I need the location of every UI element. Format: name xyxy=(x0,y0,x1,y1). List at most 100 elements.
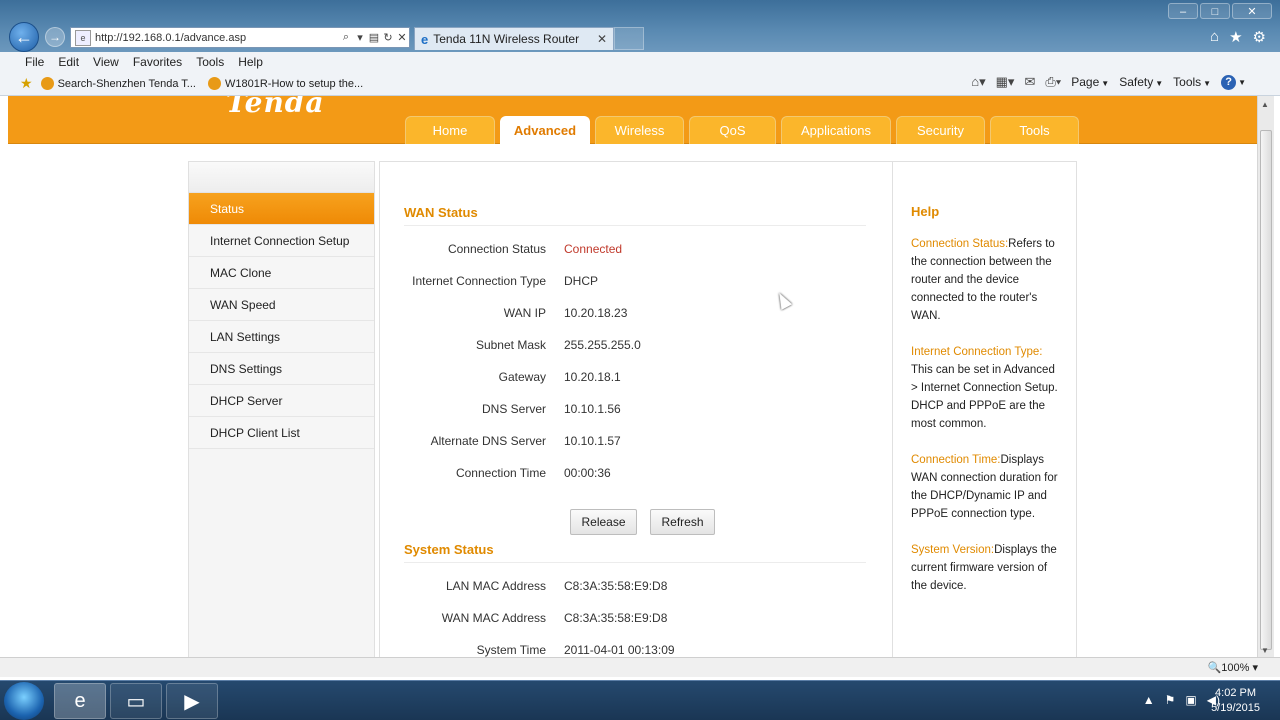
sidebar-item-dhcp-server[interactable]: DHCP Server xyxy=(189,385,374,417)
taskbar-media-button[interactable]: ▶ xyxy=(166,683,218,719)
sidebar-item-wan-speed[interactable]: WAN Speed xyxy=(189,289,374,321)
dropdown-icon[interactable]: ▾ xyxy=(353,31,367,44)
clock-time: 4:02 PM xyxy=(1215,687,1257,699)
main-nav: Home Advanced Wireless QoS Applications … xyxy=(405,116,1079,144)
divider xyxy=(404,225,866,226)
minimize-button[interactable]: – xyxy=(1168,3,1198,19)
home-icon[interactable]: ⌂ xyxy=(1210,28,1219,46)
help-entry: Connection Status:Refers to the connecti… xyxy=(911,235,1058,325)
help-menu[interactable]: ? ▼ xyxy=(1221,74,1246,90)
row-label: Gateway xyxy=(498,370,546,384)
favorite-label: W1801R-How to setup the... xyxy=(224,77,364,90)
wan-row: Alternate DNS Server 10.10.1.57 xyxy=(404,431,864,451)
chevron-down-icon: ▼ xyxy=(1203,79,1212,88)
favorite-link[interactable]: Search-Shenzhen Tenda T... xyxy=(40,77,196,90)
stop-icon[interactable]: ✕ xyxy=(395,31,409,44)
row-value: C8:3A:35:58:E9:D8 xyxy=(564,611,668,625)
site-icon xyxy=(40,77,54,90)
tab-home[interactable]: Home xyxy=(405,116,495,144)
help-entry: System Version:Displays the current firm… xyxy=(911,541,1058,595)
refresh-icon[interactable]: ↻ xyxy=(381,31,395,44)
row-label: Connection Time xyxy=(455,466,546,480)
forward-button[interactable]: → xyxy=(45,27,65,47)
menu-edit[interactable]: Edit xyxy=(51,55,86,69)
tab-qos[interactable]: QoS xyxy=(689,116,776,144)
taskbar-explorer-button[interactable]: ▭ xyxy=(110,683,162,719)
safety-menu[interactable]: Safety ▼ xyxy=(1119,75,1163,89)
back-arrow-icon: ← xyxy=(15,26,33,47)
start-button[interactable] xyxy=(4,682,44,720)
sidebar-item-dhcp-client-list[interactable]: DHCP Client List xyxy=(189,417,374,449)
refresh-button[interactable]: Refresh xyxy=(650,509,715,535)
mail-icon[interactable]: ✉ xyxy=(1024,74,1035,90)
tab-advanced[interactable]: Advanced xyxy=(500,116,590,144)
network-icon[interactable]: ▣ xyxy=(1185,693,1196,707)
sidebar-item-internet-connection-setup[interactable]: Internet Connection Setup xyxy=(189,225,374,257)
row-value: 10.20.18.1 xyxy=(564,370,621,384)
tenda-logo: Tenda xyxy=(226,96,325,119)
zoom-control[interactable]: 🔍100% ▾ xyxy=(1208,661,1258,674)
gear-icon[interactable]: ⚙ xyxy=(1253,28,1266,46)
menu-view[interactable]: View xyxy=(86,55,126,69)
help-text: Refers to the connection between the rou… xyxy=(911,238,1055,322)
back-button[interactable]: ← xyxy=(9,22,39,52)
sidebar: Status Internet Connection Setup MAC Clo… xyxy=(188,161,375,657)
tray-expand-icon[interactable]: ▲ xyxy=(1143,693,1155,707)
help-title: Help xyxy=(911,204,940,219)
tab-wireless[interactable]: Wireless xyxy=(595,116,684,144)
action-center-icon[interactable]: ⚑ xyxy=(1165,693,1176,707)
page-viewport: Tenda Home Advanced Wireless QoS Applica… xyxy=(8,96,1257,657)
status-bar: 🔍100% ▾ xyxy=(0,657,1280,677)
release-button[interactable]: Release xyxy=(570,509,637,535)
tools-menu[interactable]: Tools ▼ xyxy=(1173,75,1211,89)
sidebar-item-lan-settings[interactable]: LAN Settings xyxy=(189,321,374,353)
print-icon[interactable]: ⎙▾ xyxy=(1045,74,1061,90)
new-tab-button[interactable] xyxy=(614,27,644,50)
taskbar-ie-button[interactable]: e xyxy=(54,683,106,719)
help-key: Connection Time: xyxy=(911,454,1001,466)
menu-file[interactable]: File xyxy=(18,55,51,69)
search-icon[interactable]: ⌕ xyxy=(339,31,353,44)
menu-favorites[interactable]: Favorites xyxy=(126,55,189,69)
row-label: WAN MAC Address xyxy=(441,611,546,625)
help-panel: Help Connection Status:Refers to the con… xyxy=(892,161,1077,657)
sidebar-item-dns-settings[interactable]: DNS Settings xyxy=(189,353,374,385)
help-icon: ? xyxy=(1221,75,1237,90)
row-value: 10.10.1.56 xyxy=(564,402,621,416)
maximize-button[interactable]: □ xyxy=(1200,3,1230,19)
menu-tools[interactable]: Tools xyxy=(189,55,231,69)
scroll-down-icon[interactable]: ▼ xyxy=(1261,646,1269,655)
close-button[interactable]: ✕ xyxy=(1232,3,1272,19)
tab-tools[interactable]: Tools xyxy=(990,116,1079,144)
media-player-icon: ▶ xyxy=(184,690,200,713)
home-menu-icon[interactable]: ⌂▾ xyxy=(971,74,985,90)
favorites-add-icon[interactable]: ★ xyxy=(20,75,33,92)
tab-close-icon[interactable]: ✕ xyxy=(597,32,607,46)
zoom-level: 100% xyxy=(1221,662,1250,674)
url-text[interactable]: http://192.168.0.1/advance.asp xyxy=(95,32,339,44)
tab-applications[interactable]: Applications xyxy=(781,116,891,144)
feeds-icon[interactable]: ▦▾ xyxy=(996,74,1015,90)
clock[interactable]: 4:02 PM 5/19/2015 xyxy=(1211,686,1260,716)
sidebar-item-mac-clone[interactable]: MAC Clone xyxy=(189,257,374,289)
wan-row: Gateway 10.20.18.1 xyxy=(404,367,864,387)
zoom-icon: 🔍 xyxy=(1207,662,1222,674)
address-bar[interactable]: e http://192.168.0.1/advance.asp ⌕ ▾ ▤ ↻… xyxy=(70,27,410,48)
row-label: LAN MAC Address xyxy=(445,579,546,593)
vertical-scrollbar[interactable]: ▲ ▼ xyxy=(1257,96,1274,657)
menu-help[interactable]: Help xyxy=(231,55,270,69)
scrollbar-thumb[interactable] xyxy=(1260,130,1272,650)
scroll-up-icon[interactable]: ▲ xyxy=(1261,100,1269,109)
sidebar-item-status[interactable]: Status xyxy=(189,193,374,225)
favorites-star-icon[interactable]: ★ xyxy=(1229,28,1242,46)
wan-row: Connection Status Connected xyxy=(404,239,864,259)
clock-date: 5/19/2015 xyxy=(1211,702,1260,714)
menu-bar: File Edit View Favorites Tools Help xyxy=(0,52,1280,72)
compatibility-icon[interactable]: ▤ xyxy=(367,31,381,44)
chevron-down-icon: ▼ xyxy=(1155,79,1164,88)
site-icon xyxy=(207,77,221,90)
favorite-link[interactable]: W1801R-How to setup the... xyxy=(207,77,364,90)
tab-security[interactable]: Security xyxy=(896,116,985,144)
browser-tab[interactable]: e Tenda 11N Wireless Router ✕ xyxy=(414,27,614,50)
page-menu[interactable]: Page ▼ xyxy=(1071,75,1109,89)
